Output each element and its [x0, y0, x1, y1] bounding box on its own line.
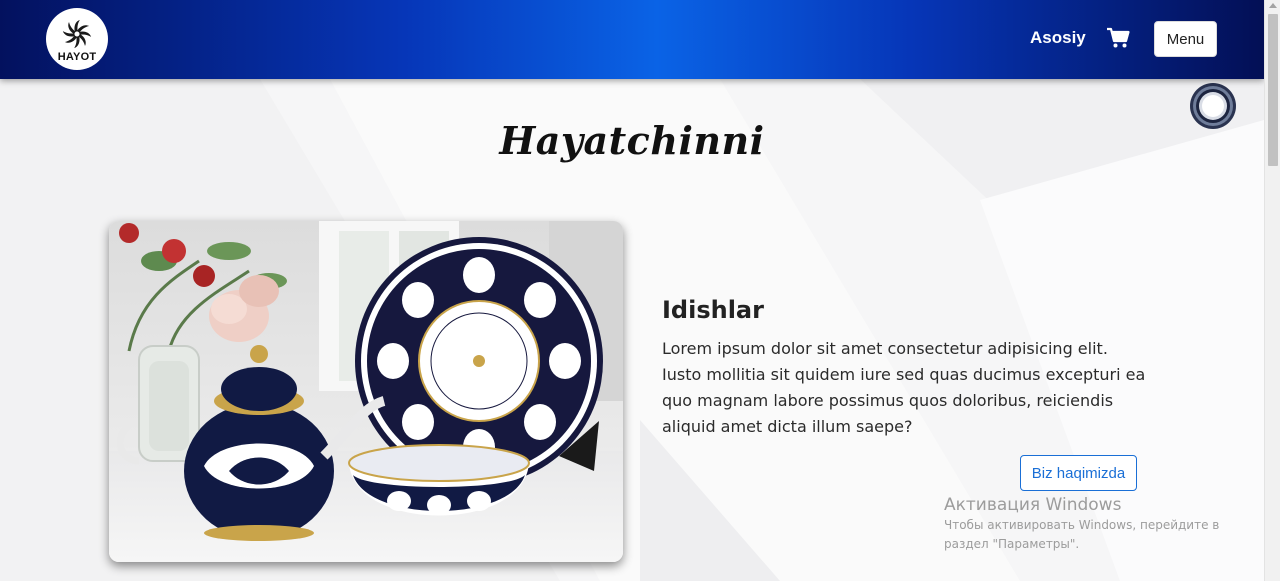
cart-icon[interactable] [1106, 27, 1130, 49]
floating-plate-icon[interactable] [1189, 82, 1237, 130]
about-us-button[interactable]: Biz haqimizda [1020, 455, 1137, 491]
feature-description: Lorem ipsum dolor sit amet consectetur a… [662, 339, 1146, 436]
scroll-up-arrow-icon[interactable] [1269, 3, 1277, 8]
logo-text: HAYOT [57, 50, 97, 63]
nav-link-home[interactable]: Asosiy [1030, 28, 1086, 48]
navbar: HAYOT Asosiy Menu [0, 0, 1264, 79]
page-title: Hayatchinni [499, 118, 765, 163]
windows-activation-watermark: Активация Windows Чтобы активировать Win… [944, 494, 1219, 554]
menu-button[interactable]: Menu [1154, 21, 1217, 57]
logo[interactable]: HAYOT [46, 8, 108, 70]
scroll-thumb[interactable] [1268, 14, 1278, 166]
watermark-line-1: Чтобы активировать Windows, перейдите в [944, 518, 1220, 532]
feature-heading: Idishlar [662, 296, 764, 324]
logo-swirl-icon [62, 19, 92, 48]
porcelain-set-image [109, 221, 623, 562]
watermark-title: Активация Windows [944, 495, 1122, 515]
page-scrollbar[interactable] [1264, 0, 1280, 581]
watermark-line-2: раздел "Параметры". [944, 537, 1080, 551]
